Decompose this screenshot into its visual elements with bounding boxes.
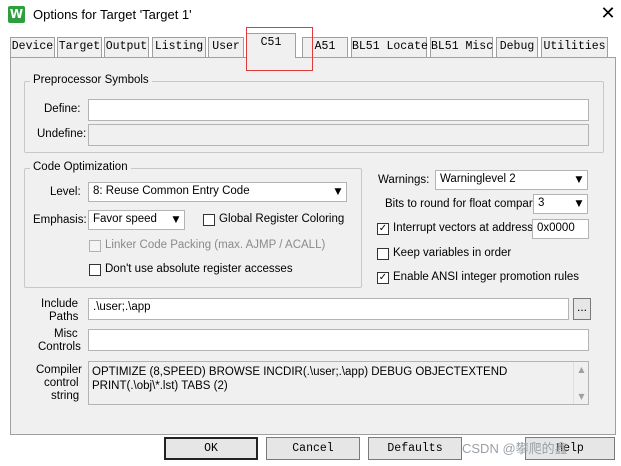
tab-target[interactable]: Target	[57, 37, 102, 57]
watermark-text: CSDN @攀爬的鑫	[462, 441, 568, 456]
tab-listing[interactable]: Listing	[152, 37, 206, 57]
global-register-coloring-label: Global Register Coloring	[219, 213, 345, 225]
interrupt-vectors-label: Interrupt vectors at address:	[393, 222, 537, 234]
tab-bl51-misc[interactable]: BL51 Misc	[430, 37, 493, 57]
interrupt-address-input[interactable]: 0x0000	[532, 219, 589, 239]
emphasis-select[interactable]: Favor speed ▼	[88, 210, 185, 230]
scroll-down-icon[interactable]: ▼	[574, 389, 589, 404]
warnings-select-value: Warninglevel 2	[440, 173, 516, 185]
tab-output[interactable]: Output	[104, 37, 149, 57]
linker-code-packing-label: Linker Code Packing (max. AJMP / ACALL)	[105, 239, 326, 251]
undefine-input[interactable]	[88, 124, 589, 146]
tab-bl51-locate[interactable]: BL51 Locate	[351, 37, 428, 57]
ansi-integer-checkbox[interactable]: ✓	[377, 272, 389, 284]
app-logo-icon: W	[8, 6, 25, 23]
warnings-label: Warnings:	[378, 174, 430, 186]
emphasis-select-value: Favor speed	[93, 213, 157, 225]
include-label-line1: Include	[41, 298, 79, 310]
compiler-label-line2: control	[44, 377, 79, 389]
window-title: Options for Target 'Target 1'	[33, 7, 192, 22]
misc-label-line1: Misc	[54, 328, 78, 340]
level-label: Level:	[50, 186, 81, 198]
define-label: Define:	[44, 103, 81, 115]
dropdown-arrow-icon: ▼	[172, 215, 180, 225]
preprocessor-group-title: Preprocessor Symbols	[30, 74, 152, 86]
warnings-select[interactable]: Warninglevel 2 ▼	[435, 170, 588, 190]
ansi-integer-label: Enable ANSI integer promotion rules	[393, 271, 580, 283]
tab-a51[interactable]: A51	[302, 37, 348, 57]
compiler-label-line3: string	[51, 390, 80, 402]
level-select-value: 8: Reuse Common Entry Code	[93, 185, 250, 197]
include-label-line2: Paths	[49, 311, 79, 323]
compiler-control-string: OPTIMIZE (8,SPEED) BROWSE INCDIR(.\user;…	[88, 361, 589, 405]
tab-debug[interactable]: Debug	[496, 37, 538, 57]
close-icon[interactable]: ✕	[598, 3, 618, 25]
scroll-up-icon[interactable]: ▲	[574, 362, 589, 377]
level-select[interactable]: 8: Reuse Common Entry Code ▼	[88, 182, 347, 202]
misc-label-line2: Controls	[38, 341, 81, 353]
no-absolute-register-checkbox[interactable]	[89, 264, 101, 276]
include-paths-input[interactable]: .\user;.\app	[88, 298, 569, 320]
code-optimization-group-title: Code Optimization	[30, 161, 131, 173]
keep-variables-checkbox[interactable]	[377, 248, 389, 260]
tab-device[interactable]: Device	[10, 37, 55, 57]
bits-round-select[interactable]: 3 ▼	[533, 194, 588, 214]
linker-code-packing-checkbox[interactable]	[89, 240, 101, 252]
tab-utilities[interactable]: Utilities	[541, 37, 608, 57]
undefine-label: Undefine:	[37, 128, 87, 140]
emphasis-label: Emphasis:	[33, 214, 87, 226]
bits-round-select-value: 3	[538, 197, 545, 209]
compiler-control-text: OPTIMIZE (8,SPEED) BROWSE INCDIR(.\user;…	[92, 366, 508, 392]
bits-round-label: Bits to round for float compare:	[385, 198, 543, 210]
ok-button[interactable]: OK	[164, 437, 258, 460]
defaults-button[interactable]: Defaults	[368, 437, 462, 460]
browse-button[interactable]: ...	[573, 298, 591, 320]
tab-c51[interactable]: C51	[246, 33, 296, 58]
no-absolute-register-label: Don't use absolute register accesses	[105, 263, 293, 275]
dropdown-arrow-icon: ▼	[575, 175, 583, 185]
tab-user[interactable]: User	[208, 37, 244, 57]
dropdown-arrow-icon: ▼	[334, 187, 342, 197]
compiler-label-line1: Compiler	[36, 364, 83, 376]
global-register-coloring-checkbox[interactable]	[203, 214, 215, 226]
interrupt-vectors-checkbox[interactable]: ✓	[377, 223, 389, 235]
cancel-button[interactable]: Cancel	[266, 437, 360, 460]
dropdown-arrow-icon: ▼	[575, 199, 583, 209]
compiler-scrollbar[interactable]: ▲ ▼	[573, 362, 588, 404]
keep-variables-label: Keep variables in order	[393, 247, 512, 259]
define-input[interactable]	[88, 99, 589, 121]
misc-controls-input[interactable]	[88, 329, 589, 351]
